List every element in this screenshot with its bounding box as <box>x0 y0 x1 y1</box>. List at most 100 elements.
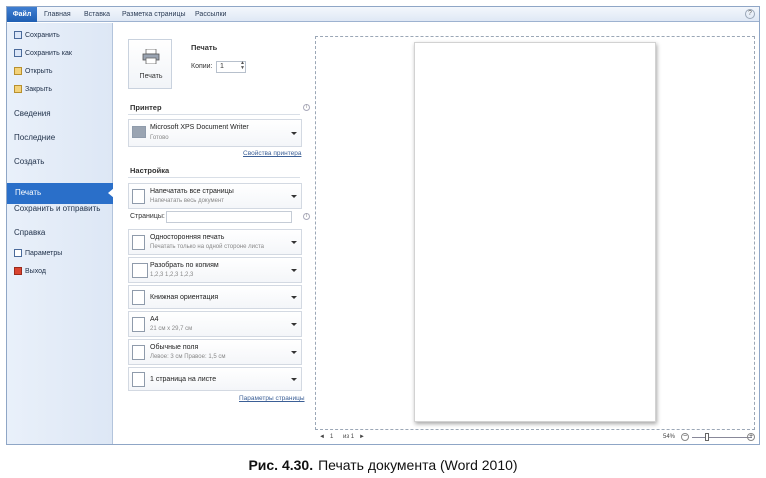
printer-status: Готово <box>150 135 169 141</box>
pages-per-sheet-icon <box>132 372 145 387</box>
prev-page-icon[interactable]: ◄ <box>319 434 325 440</box>
save-as-icon <box>14 49 22 57</box>
paper-size-dropdown[interactable]: A4 21 см x 29,7 см <box>128 311 302 337</box>
copies-stepper[interactable]: ▲ ▼ <box>240 61 245 71</box>
option-title: Разобрать по копиям <box>150 262 219 269</box>
pages-label: Страницы: <box>130 213 165 220</box>
sidebar-item-new[interactable]: Создать <box>14 155 44 167</box>
word-window: Файл Главная Вставка Разметка страницы Р… <box>6 6 760 445</box>
options-icon <box>14 249 22 257</box>
printer-icon <box>142 49 160 64</box>
caption-number: Рис. 4.30. <box>248 457 314 473</box>
orientation-dropdown[interactable]: Книжная ориентация <box>128 285 302 309</box>
sidebar-item-print[interactable]: Печать <box>7 183 114 204</box>
sidebar-item-close[interactable]: Закрыть <box>14 83 52 95</box>
option-subtitle: Левое: 3 см Правое: 1,5 см <box>150 354 226 360</box>
help-icon[interactable]: ? <box>745 9 755 19</box>
preview-page <box>414 42 656 422</box>
collate-dropdown[interactable]: Разобрать по копиям 1,2,3 1,2,3 1,2,3 <box>128 257 302 283</box>
option-title: 1 страница на листе <box>150 376 217 383</box>
option-title: Книжная ориентация <box>150 294 219 301</box>
sidebar-item-label: Сохранить как <box>25 49 72 57</box>
zoom-slider-thumb[interactable] <box>705 433 709 441</box>
chevron-down-icon <box>291 351 297 354</box>
sidebar-item-label: Сохранить <box>25 31 60 39</box>
page-setup-link[interactable]: Параметры страницы <box>239 395 305 402</box>
margins-dropdown[interactable]: Обычные поля Левое: 3 см Правое: 1,5 см <box>128 339 302 365</box>
chevron-down-icon <box>291 323 297 326</box>
caption-text: Печать документа (Word 2010) <box>318 457 518 473</box>
exit-icon <box>14 267 22 275</box>
chevron-down-icon <box>291 241 297 244</box>
chevron-down-icon <box>291 195 297 198</box>
zoom-out-icon[interactable]: − <box>681 433 689 441</box>
next-page-icon[interactable]: ► <box>359 434 365 440</box>
print-button[interactable]: Печать <box>128 39 172 89</box>
active-arrow-icon <box>108 188 114 198</box>
tab-page-layout[interactable]: Разметка страницы <box>122 7 186 22</box>
sidebar-item-label: Закрыть <box>25 85 52 93</box>
copies-label: Копии: <box>191 63 213 70</box>
sidebar-item-open[interactable]: Открыть <box>14 65 53 77</box>
zoom-in-icon[interactable]: + <box>747 433 755 441</box>
print-range-dropdown[interactable]: Напечатать все страницы Напечатать весь … <box>128 183 302 209</box>
zoom-slider[interactable] <box>692 437 752 438</box>
current-page-input[interactable]: 1 <box>330 434 333 440</box>
print-heading: Печать <box>191 43 218 52</box>
zoom-level[interactable]: 54% <box>663 434 675 440</box>
printer-dropdown[interactable]: Microsoft XPS Document Writer Готово <box>128 119 302 147</box>
sidebar-item-label: Печать <box>15 188 42 197</box>
chevron-down-icon <box>291 378 297 381</box>
sidebar-item-recent[interactable]: Последние <box>14 131 55 143</box>
pages-input[interactable] <box>166 211 292 223</box>
info-icon[interactable]: i <box>303 104 310 111</box>
duplex-dropdown[interactable]: Односторонняя печать Печатать только на … <box>128 229 302 255</box>
sidebar-item-save-send[interactable]: Сохранить и отправить <box>14 202 100 214</box>
paper-icon <box>132 317 145 332</box>
option-title: Обычные поля <box>150 344 199 351</box>
folder-open-icon <box>14 67 22 75</box>
printer-heading: Принтер <box>130 103 162 112</box>
sidebar-item-label: Выход <box>25 267 46 275</box>
page-count: из 1 <box>343 434 355 440</box>
one-sided-icon <box>132 235 145 250</box>
printer-device-icon <box>132 126 146 138</box>
tab-home[interactable]: Главная <box>44 7 71 22</box>
option-title: Односторонняя печать <box>150 234 225 241</box>
print-preview-area <box>315 36 755 430</box>
pages-per-sheet-dropdown[interactable]: 1 страница на листе <box>128 367 302 391</box>
printer-properties-link[interactable]: Свойства принтера <box>243 150 301 157</box>
tab-mailings[interactable]: Рассылки <box>195 7 226 22</box>
preview-statusbar: ◄ 1 из 1 ► 54% − + <box>315 431 759 444</box>
backstage-sidebar: Сохранить Сохранить как Открыть Закрыть … <box>7 23 114 444</box>
sidebar-item-label: Параметры <box>25 249 63 257</box>
sidebar-item-exit[interactable]: Выход <box>14 265 46 277</box>
figure-caption: Рис. 4.30. Печать документа (Word 2010) <box>0 457 766 473</box>
chevron-down-icon <box>291 132 297 135</box>
pages-icon <box>132 189 145 204</box>
option-subtitle: Напечатать весь документ <box>150 198 225 204</box>
chevron-down-icon <box>291 296 297 299</box>
portrait-icon <box>132 290 145 305</box>
divider <box>128 177 300 178</box>
chevron-down-icon <box>291 269 297 272</box>
sidebar-item-info[interactable]: Сведения <box>14 107 51 119</box>
info-icon[interactable]: i <box>303 213 310 220</box>
divider <box>128 114 300 115</box>
tab-insert[interactable]: Вставка <box>84 7 110 22</box>
print-button-label: Печать <box>139 73 163 80</box>
printer-name: Microsoft XPS Document Writer <box>150 124 249 131</box>
option-title: Напечатать все страницы <box>150 188 234 195</box>
collate-icon <box>132 263 148 278</box>
margins-icon <box>132 345 145 360</box>
sidebar-item-help[interactable]: Справка <box>14 226 45 238</box>
sidebar-item-save[interactable]: Сохранить <box>14 29 60 41</box>
option-title: A4 <box>150 316 159 323</box>
option-subtitle: Печатать только на одной стороне листа <box>150 244 264 250</box>
option-subtitle: 21 см x 29,7 см <box>150 326 193 332</box>
sidebar-item-options[interactable]: Параметры <box>14 247 62 259</box>
tab-file[interactable]: Файл <box>7 7 37 22</box>
print-settings-panel: Печать Печать Копии: 1 ▲ ▼ Принтер i Micr… <box>122 23 310 423</box>
sidebar-item-save-as[interactable]: Сохранить как <box>14 47 72 59</box>
option-subtitle: 1,2,3 1,2,3 1,2,3 <box>150 272 194 278</box>
